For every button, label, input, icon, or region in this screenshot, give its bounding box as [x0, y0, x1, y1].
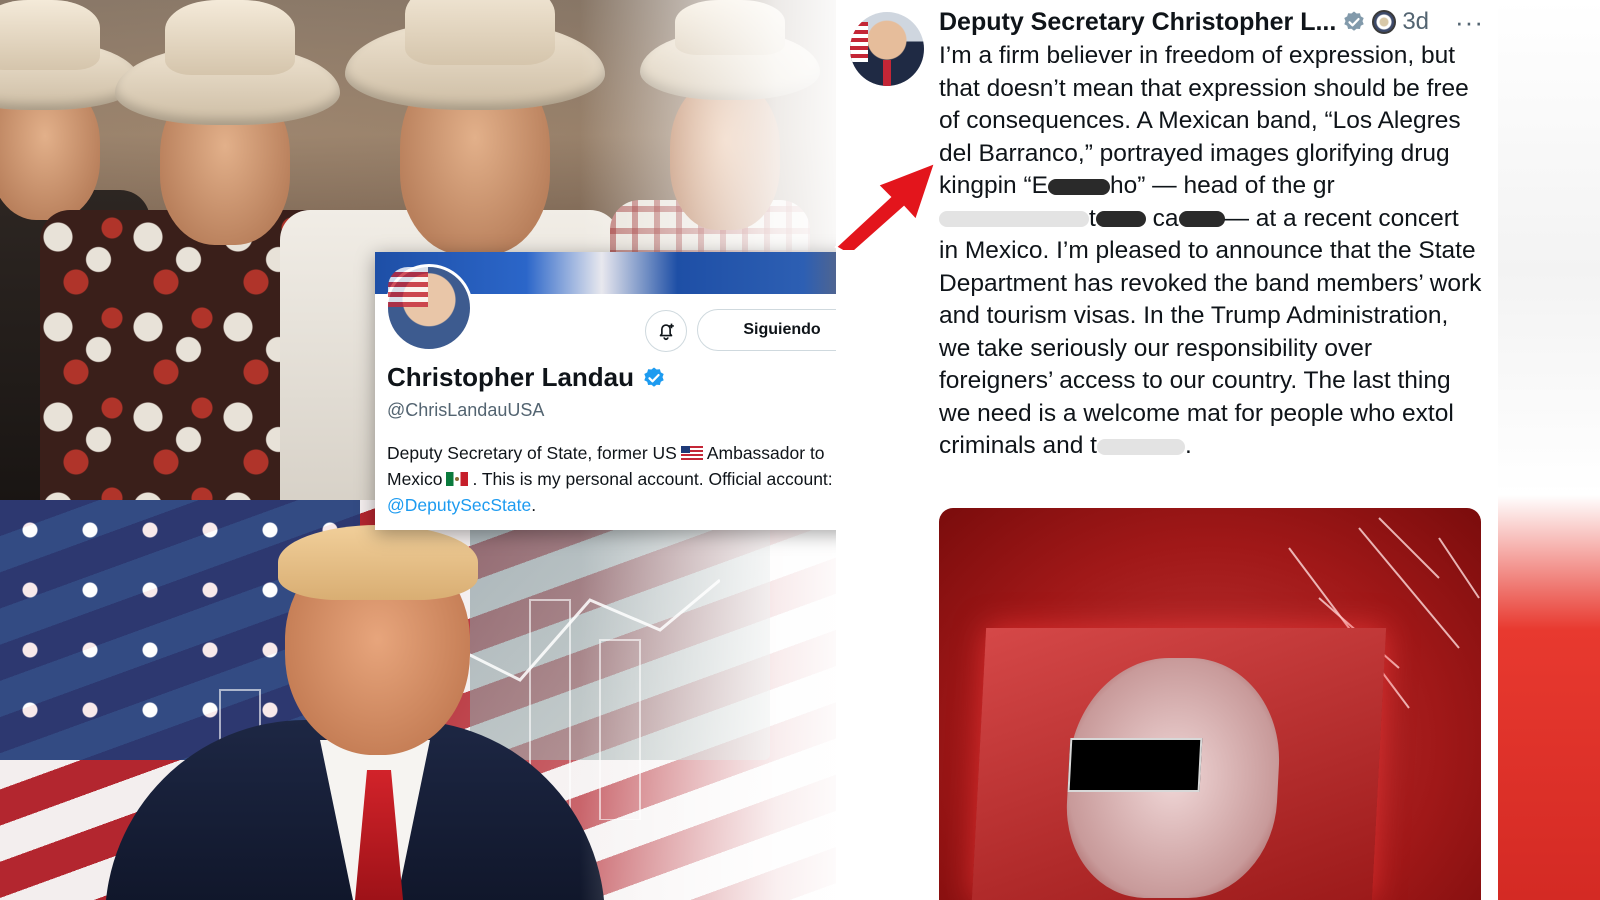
more-icon[interactable]: ···	[1455, 7, 1484, 38]
profile-name-row: Christopher Landau	[387, 362, 666, 393]
red-arrow-icon	[834, 161, 937, 250]
redaction-mark	[1047, 178, 1110, 195]
tweet-text: — at a recent concert in Mexico. I’m ple…	[939, 204, 1482, 460]
official-account-link[interactable]: @DeputySecState	[387, 495, 531, 515]
tweet-body: I’m a firm believer in freedom of expres…	[939, 40, 1484, 463]
profile-card: Siguiendo Christopher Landau @ChrisLanda…	[375, 252, 879, 530]
bio-text: .	[531, 495, 537, 515]
censor-bar	[1067, 738, 1203, 792]
tweet-text: ho” — head of the gr	[1109, 172, 1335, 199]
verified-badge-icon	[644, 367, 664, 387]
notification-bell-button[interactable]	[645, 310, 687, 352]
state-department-seal-icon	[1372, 10, 1397, 34]
tweet-author-avatar[interactable]	[850, 12, 924, 86]
tweet-media-video[interactable]	[939, 508, 1481, 900]
redaction-mark	[1095, 211, 1146, 228]
profile-handle: @ChrisLandauUSA	[387, 400, 545, 420]
redaction-blur	[939, 211, 1089, 228]
bell-plus-icon	[659, 323, 674, 341]
tweet-timestamp[interactable]: 3d	[1402, 8, 1429, 36]
verified-badge-icon	[1344, 11, 1365, 31]
profile-avatar[interactable]	[385, 264, 473, 352]
mexico-flag-icon	[446, 472, 469, 486]
profile-bio: Deputy Secretary of State, former US Amba…	[387, 440, 867, 518]
bio-text: Deputy Secretary of State, former US	[387, 443, 677, 463]
redaction-mark	[1178, 211, 1225, 228]
redaction-blur	[1096, 438, 1185, 455]
tweet-panel: Deputy Secretary Christopher L... 3d ···…	[836, 0, 1498, 900]
tweet-author-name[interactable]: Deputy Secretary Christopher L...	[939, 8, 1336, 37]
profile-name: Christopher Landau	[387, 362, 635, 392]
us-flag-icon	[680, 446, 703, 460]
concert-screen	[971, 628, 1387, 900]
tweet-text: t	[1089, 204, 1096, 232]
right-background	[1498, 0, 1600, 900]
tweet-header: Deputy Secretary Christopher L... 3d ···	[939, 6, 1484, 38]
tweet-text: ca	[1145, 204, 1179, 232]
tweet-text: .	[1184, 432, 1192, 459]
bio-text: . This is my personal account. Official …	[472, 469, 833, 489]
